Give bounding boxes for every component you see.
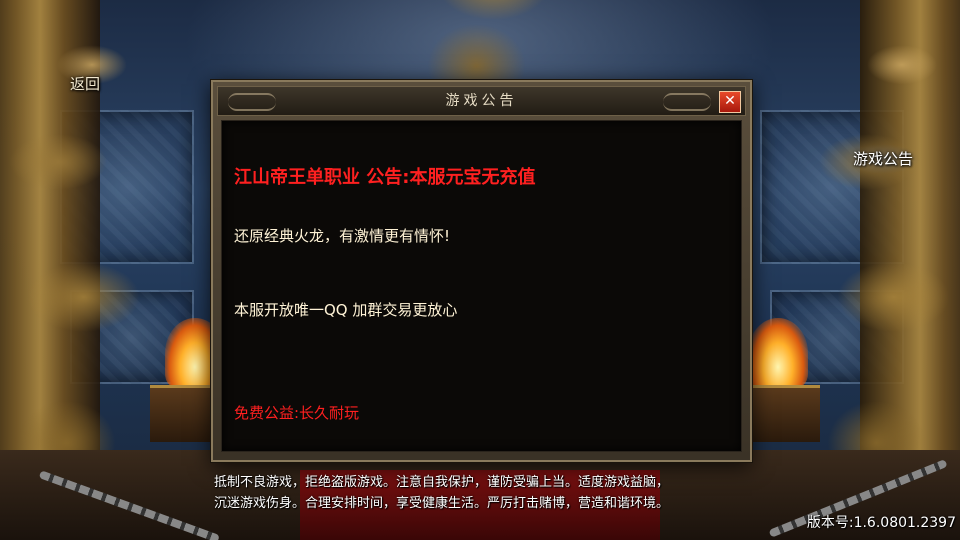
dialog-titlebar: 游戏公告 ✕ bbox=[217, 86, 746, 116]
back-button[interactable]: 返回 bbox=[55, 70, 115, 98]
announcement-footer-line: 免费公益:长久耐玩 bbox=[234, 404, 360, 422]
health-notice-line: 抵制不良游戏，拒绝盗版游戏。注意自我保护，谨防受骗上当。适度游戏益脑， bbox=[214, 475, 670, 490]
health-notice-line: 沉迷游戏伤身。合理安排时间，享受健康生活。严厉打击赌博，营造和谐环境。 bbox=[214, 496, 670, 511]
right-brazier-fire bbox=[748, 318, 808, 388]
left-brazier bbox=[150, 385, 220, 442]
dialog-title: 游戏公告 bbox=[445, 93, 518, 109]
announcement-line: 本服开放唯一QQ 加群交易更放心 bbox=[234, 301, 458, 319]
announcement-headline: 江山帝王单职业 公告:本服元宝无充值 bbox=[234, 167, 536, 188]
right-brazier bbox=[740, 385, 820, 442]
version-label: 版本号:1.6.0801.2397 bbox=[806, 515, 956, 531]
announcement-content: 江山帝王单职业 公告:本服元宝无充值 还原经典火龙，有激情更有情怀! 本服开放唯… bbox=[221, 120, 742, 452]
close-icon: ✕ bbox=[724, 93, 736, 109]
close-button[interactable]: ✕ bbox=[719, 91, 741, 113]
announcement-dialog: 游戏公告 ✕ 江山帝王单职业 公告:本服元宝无充值 还原经典火龙，有激情更有情怀… bbox=[211, 80, 752, 462]
game-notice-button[interactable]: 游戏公告 bbox=[846, 144, 920, 174]
announcement-line: 还原经典火龙，有激情更有情怀! bbox=[234, 227, 451, 245]
health-gaming-notice: 抵制不良游戏，拒绝盗版游戏。注意自我保护，谨防受骗上当。适度游戏益脑， 沉迷游戏… bbox=[214, 472, 774, 514]
